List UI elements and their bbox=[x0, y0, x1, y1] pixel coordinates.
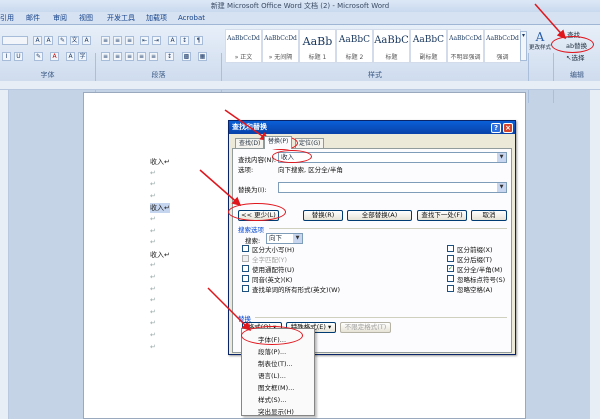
arrow-to-replace bbox=[534, 3, 566, 40]
arrow-to-format bbox=[207, 287, 252, 332]
tab-replace[interactable]: 替换(P) bbox=[264, 136, 293, 149]
arrow-to-tab bbox=[224, 109, 270, 141]
annotation-arrows bbox=[199, 3, 566, 332]
arrow-to-less bbox=[199, 169, 242, 206]
